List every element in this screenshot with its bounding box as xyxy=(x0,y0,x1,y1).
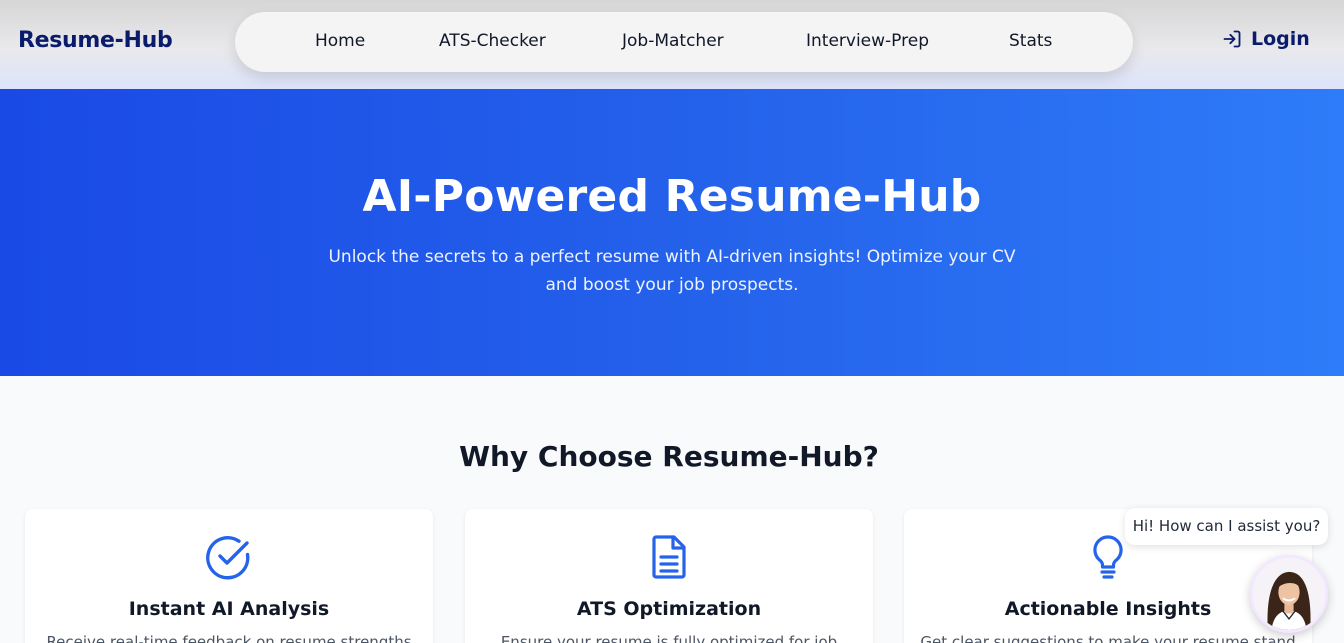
nav-stats[interactable]: Stats xyxy=(1009,31,1052,51)
check-circle-icon xyxy=(206,536,250,580)
feature-description: Receive real-time feedback on resume str… xyxy=(46,633,412,643)
lightbulb-icon xyxy=(1093,535,1123,579)
features-title: Why Choose Resume-Hub? xyxy=(459,440,879,473)
nav-home[interactable]: Home xyxy=(315,31,365,51)
chat-assistant-avatar[interactable] xyxy=(1250,555,1328,633)
hero-banner: AI-Powered Resume-Hub Unlock the secrets… xyxy=(0,89,1344,376)
nav-ats-checker[interactable]: ATS-Checker xyxy=(439,31,546,51)
nav-interview-prep[interactable]: Interview-Prep xyxy=(806,31,929,51)
feature-card-instant-ai-analysis: Instant AI Analysis Receive real-time fe… xyxy=(25,509,433,643)
site-header: Resume-Hub Home ATS-Checker Job-Matcher … xyxy=(0,0,1344,89)
assistant-avatar-icon xyxy=(1253,558,1325,630)
login-label: Login xyxy=(1251,28,1310,50)
hero-subtitle-line-2: and boost your job prospects. xyxy=(545,275,799,295)
document-icon xyxy=(652,535,686,579)
login-arrow-icon xyxy=(1223,30,1241,48)
brand-logo[interactable]: Resume-Hub xyxy=(18,28,173,53)
hero-subtitle: Unlock the secrets to a perfect resume w… xyxy=(0,243,1344,299)
feature-title: ATS Optimization xyxy=(576,598,762,620)
hero-subtitle-line-1: Unlock the secrets to a perfect resume w… xyxy=(328,247,1016,267)
hero-title: AI-Powered Resume-Hub xyxy=(362,171,982,222)
login-button[interactable]: Login xyxy=(1222,28,1310,50)
feature-title: Instant AI Analysis xyxy=(128,598,330,620)
feature-description: Ensure your resume is fully optimized fo… xyxy=(500,633,838,643)
feature-card-ats-optimization: ATS Optimization Ensure your resume is f… xyxy=(465,509,873,643)
chat-greeting-bubble[interactable]: Hi! How can I assist you? xyxy=(1125,508,1328,545)
feature-description: Get clear suggestions to make your resum… xyxy=(920,633,1296,643)
nav-job-matcher[interactable]: Job-Matcher xyxy=(622,31,724,51)
